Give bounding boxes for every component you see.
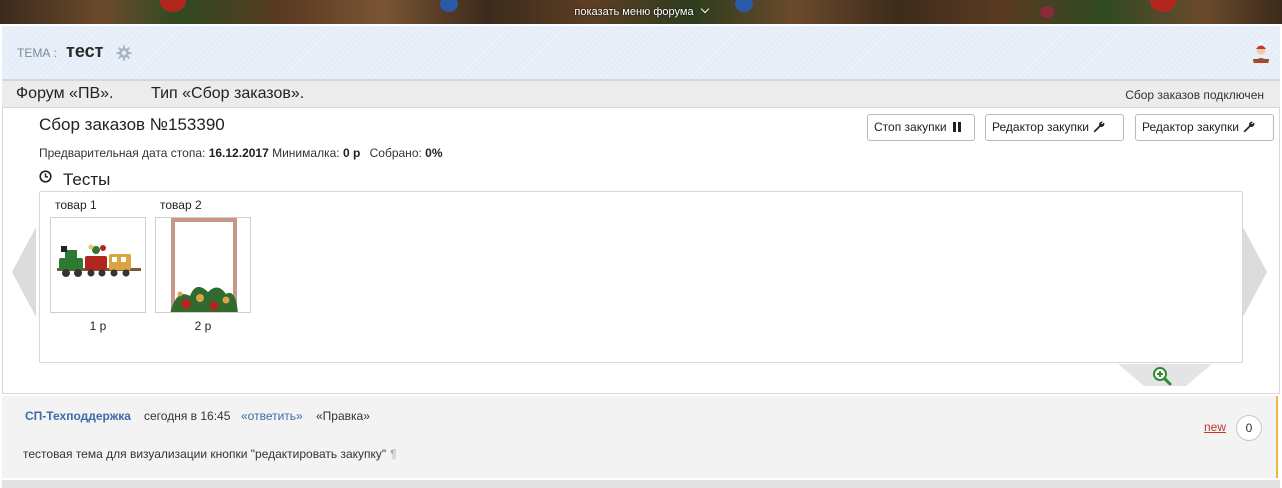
order-collection-panel: Сбор заказов №153390 Предварительная дат… [2, 108, 1280, 394]
forum-banner: показать меню форума [0, 0, 1282, 24]
topic-prefix: ТЕМА : [17, 46, 58, 60]
gear-icon[interactable] [116, 45, 132, 61]
post-author-link[interactable]: СП-Техподдержка [25, 409, 131, 423]
order-collection-status: Сбор заказов подключен [1125, 88, 1264, 102]
forum-name: Форум «ПВ». [16, 85, 114, 102]
wrench-icon [1243, 121, 1255, 133]
min-label: Минималка: [272, 146, 340, 160]
product-name: товар 1 [55, 198, 97, 212]
post-text: тестовая тема для визуализации кнопки "р… [23, 447, 397, 461]
page-bottom-strip [2, 480, 1280, 488]
products-carousel: товар 1 1 р товар 2 2 р [39, 191, 1243, 363]
pause-icon [952, 122, 961, 132]
stop-date-value: 16.12.2017 [208, 146, 269, 160]
post-time: сегодня в 16:45 [144, 409, 231, 423]
new-posts-link[interactable]: new [1204, 420, 1226, 434]
order-editor-button[interactable]: Редактор закупки [985, 114, 1124, 141]
carousel-prev-arrow[interactable] [12, 227, 36, 317]
topic-type: Тип «Сбор заказов». [151, 85, 305, 102]
chevron-down-icon [700, 4, 709, 14]
topic-header: ТЕМА : тест [2, 26, 1280, 80]
show-forum-menu-toggle[interactable]: показать меню форума [0, 0, 1282, 24]
order-meta: Предварительная дата стопа: 16.12.2017 М… [39, 146, 443, 160]
carousel-next-arrow[interactable] [1243, 227, 1267, 317]
collected-label: Собрано: [369, 146, 422, 160]
product-price: 2 р [194, 319, 212, 333]
stop-order-button[interactable]: Стоп закупки [867, 114, 975, 141]
pilcrow-mark: ¶ [390, 447, 397, 461]
post-edit-link[interactable]: «Правка» [316, 409, 370, 423]
collected-value: 0% [425, 146, 443, 160]
forum-post: СП-Техподдержка сегодня в 16:45 «ответит… [2, 396, 1278, 478]
product-name: товар 2 [160, 198, 202, 212]
product-thumbnail[interactable] [50, 217, 146, 313]
stop-order-label: Стоп закупки [874, 120, 947, 134]
post-reply-count[interactable]: 0 [1236, 415, 1262, 441]
order-title: Сбор заказов №153390 [39, 115, 225, 134]
order-editor-button-2[interactable]: Редактор закупки [1135, 114, 1274, 141]
min-value: 0 р [342, 146, 361, 160]
category-title: Тесты [63, 170, 111, 189]
stop-date-label: Предварительная дата стопа: [39, 146, 206, 160]
zoom-in-icon[interactable] [1152, 366, 1172, 386]
topic-info-bar: Форум «ПВ». Тип «Сбор заказов». Сбор зак… [2, 80, 1280, 108]
post-body: тестовая тема для визуализации кнопки "р… [23, 447, 387, 461]
toy-train-image [57, 244, 141, 277]
wrench-icon [1093, 121, 1105, 133]
topic-title: тест [66, 41, 104, 61]
clock-icon [39, 170, 52, 183]
order-editor-label: Редактор закупки [992, 120, 1090, 134]
product-price: 1 р [89, 319, 107, 333]
christmas-frame-image [170, 218, 238, 312]
avatar-icon[interactable] [1250, 42, 1272, 64]
product-thumbnail[interactable] [155, 217, 251, 313]
post-reply-link[interactable]: «ответить» [241, 409, 303, 423]
show-forum-menu-label: показать меню форума [574, 6, 694, 18]
order-editor-label: Редактор закупки [1142, 120, 1240, 134]
